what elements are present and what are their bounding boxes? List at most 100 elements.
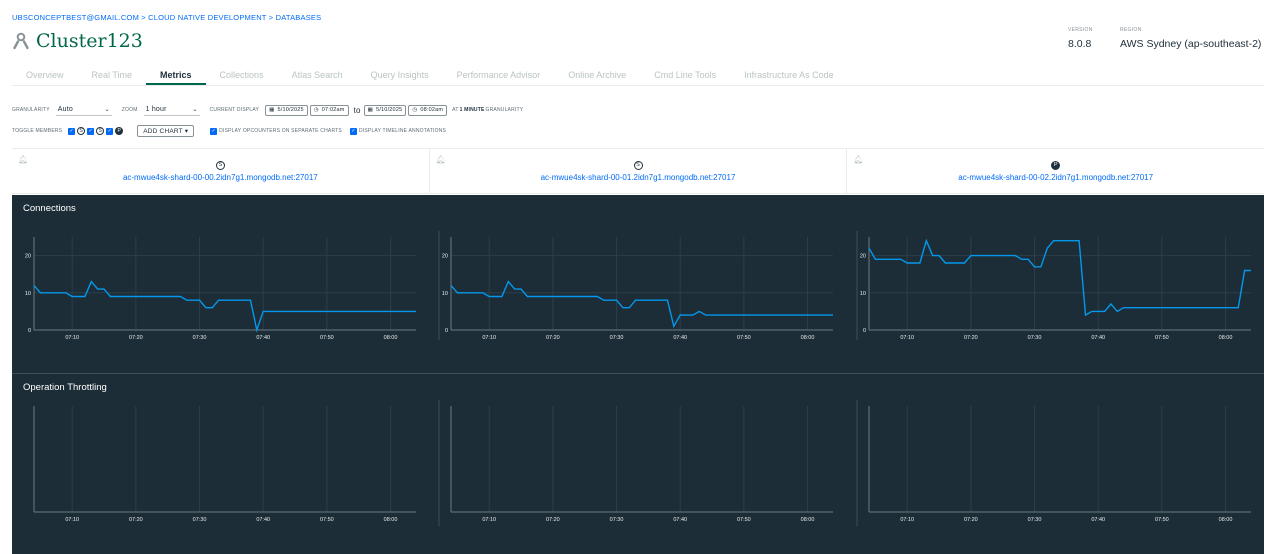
to-label: to — [353, 105, 361, 115]
y-tick-label: 10 — [442, 291, 448, 297]
toggle-members-label: TOGGLE MEMBERS — [12, 128, 63, 134]
end-date-value: 5/10/2025 — [376, 107, 403, 113]
x-tick-label: 07:30 — [193, 335, 207, 340]
connections-series-line — [450, 280, 833, 329]
version-value: 8.0.8 — [1068, 38, 1092, 50]
tab-atlas-search[interactable]: Atlas Search — [278, 68, 357, 85]
x-tick-label: 07:40 — [673, 335, 687, 340]
x-tick-label: 07:40 — [256, 335, 270, 340]
tab-performance-advisor[interactable]: Performance Advisor — [443, 68, 555, 85]
x-tick-label: 07:30 — [610, 335, 624, 340]
tab-infrastructure-as-code[interactable]: Infrastructure As Code — [730, 68, 848, 85]
x-tick-label: 07:20 — [964, 335, 978, 340]
current-display-label: CURRENT DISPLAY — [209, 107, 260, 113]
x-tick-label: 07:50 — [737, 517, 751, 523]
start-time-input[interactable]: ◷ 07:02am — [309, 104, 349, 116]
member-badge: P — [115, 127, 124, 135]
x-tick-label: 07:10 — [900, 335, 914, 340]
x-tick-label: 07:20 — [546, 335, 560, 340]
x-tick-label: 07:40 — [1091, 335, 1105, 340]
host-column: 🔔︎ P ac-mwue4sk-shard-00-02.2idn7g1.mong… — [846, 149, 1264, 193]
host-link[interactable]: ac-mwue4sk-shard-00-01.2idn7g1.mongodb.n… — [430, 173, 847, 182]
x-tick-label: 07:40 — [673, 517, 687, 523]
clock-icon: ◷ — [313, 107, 319, 113]
granularity-note-value: 1 MINUTE — [459, 107, 485, 113]
x-tick-label: 07:20 — [129, 517, 143, 523]
member-badge: S — [77, 127, 86, 135]
bell-icon[interactable]: 🔔︎ — [853, 155, 863, 164]
x-tick-label: 07:20 — [129, 335, 143, 340]
region-label: REGION — [1120, 27, 1142, 33]
x-tick-label: 08:00 — [1219, 517, 1233, 523]
timeline-annotations-checkbox[interactable]: ✓ — [349, 127, 357, 135]
y-tick-label: 20 — [25, 254, 31, 260]
connections-series-line — [33, 280, 416, 333]
start-time-value: 07:02am — [321, 107, 345, 113]
member-checkbox[interactable]: ✓ — [106, 127, 114, 135]
y-tick-label: 20 — [860, 254, 866, 260]
breadcrumb[interactable]: UBSCONCEPTBEST@GMAIL.COM > CLOUD NATIVE … — [12, 13, 321, 22]
primary-role-badge: P — [1051, 161, 1061, 170]
throttling-chart[interactable]: 07:10 07:20 07:30 07:40 07:50 08:00 07:10 07:20… — [12, 400, 1264, 526]
charts-area: Connections 0 10 20 07:10 07:20 07:30 07:40 07:… — [12, 195, 1264, 554]
separate-opcounters-checkbox[interactable]: ✓ — [210, 127, 218, 135]
x-tick-label: 07:10 — [65, 335, 79, 340]
member-checkbox[interactable]: ✓ — [87, 127, 95, 135]
tab-cmd-line-tools[interactable]: Cmd Line Tools — [640, 68, 730, 85]
member-badge: S — [96, 127, 105, 135]
x-tick-label: 07:20 — [964, 517, 978, 523]
start-date-input[interactable]: ▦ 5/10/2025 — [265, 104, 308, 116]
timeline-annotations-label: DISPLAY TIMELINE ANNOTATIONS — [358, 128, 447, 134]
tab-overview[interactable]: Overview — [12, 68, 78, 85]
x-tick-label: 07:10 — [900, 517, 914, 523]
y-tick-label: 0 — [28, 328, 31, 334]
zoom-label: ZOOM — [121, 107, 138, 113]
x-tick-label: 07:50 — [1155, 517, 1169, 523]
x-tick-label: 07:30 — [610, 517, 624, 523]
clock-icon: ◷ — [412, 107, 418, 113]
granularity-select[interactable]: Auto ⌄ — [55, 105, 112, 116]
x-tick-label: 08:00 — [801, 335, 815, 340]
end-time-input[interactable]: ◷ 08:02am — [408, 104, 448, 116]
y-tick-label: 20 — [442, 254, 448, 260]
zoom-select[interactable]: 1 hour ⌄ — [143, 105, 200, 116]
secondary-role-badge: S — [633, 161, 643, 170]
tab-online-archive[interactable]: Online Archive — [554, 68, 640, 85]
host-link[interactable]: ac-mwue4sk-shard-00-00.2idn7g1.mongodb.n… — [12, 173, 429, 182]
host-column: 🔔︎ S ac-mwue4sk-shard-00-01.2idn7g1.mong… — [428, 149, 847, 193]
tab-real-time[interactable]: Real Time — [78, 68, 147, 85]
member-checkbox[interactable]: ✓ — [68, 127, 76, 135]
x-tick-label: 07:50 — [320, 335, 334, 340]
x-tick-label: 07:10 — [482, 517, 496, 523]
tab-metrics[interactable]: Metrics — [146, 68, 206, 85]
x-tick-label: 08:00 — [384, 517, 398, 523]
tab-query-insights[interactable]: Query Insights — [357, 68, 443, 85]
x-tick-label: 08:00 — [1219, 335, 1233, 340]
y-tick-label: 0 — [445, 328, 448, 334]
x-tick-label: 07:20 — [546, 517, 560, 523]
x-tick-label: 07:50 — [320, 517, 334, 523]
connections-chart[interactable]: 0 10 20 07:10 07:20 07:30 07:40 07:50 08:00 0 10 20… — [12, 220, 1264, 340]
section-divider — [12, 373, 1264, 374]
x-tick-label: 07:10 — [65, 517, 79, 523]
chevron-down-icon: ⌄ — [192, 107, 198, 113]
bell-icon[interactable]: 🔔︎ — [18, 155, 28, 164]
tab-bar: Overview Real Time Metrics Collections A… — [12, 68, 1264, 86]
chevron-down-icon: ⌄ — [104, 107, 110, 113]
host-link[interactable]: ac-mwue4sk-shard-00-02.2idn7g1.mongodb.n… — [847, 173, 1264, 182]
x-tick-label: 07:30 — [193, 517, 207, 523]
calendar-icon: ▦ — [367, 107, 374, 113]
granularity-label: GRANULARITY — [12, 107, 50, 113]
granularity-note-suffix: GRANULARITY — [485, 107, 524, 113]
x-tick-label: 07:50 — [1155, 335, 1169, 340]
end-time-value: 08:02am — [420, 107, 444, 113]
start-date-value: 5/10/2025 — [277, 107, 304, 113]
end-date-input[interactable]: ▦ 5/10/2025 — [363, 104, 407, 116]
x-tick-label: 07:50 — [737, 335, 751, 340]
x-tick-label: 07:30 — [1028, 335, 1042, 340]
bell-icon[interactable]: 🔔︎ — [436, 155, 446, 164]
tab-collections[interactable]: Collections — [206, 68, 278, 85]
separate-opcounters-label: DISPLAY OPCOUNTERS ON SEPARATE CHARTS — [219, 128, 342, 134]
add-chart-button[interactable]: ADD CHART ▾ — [137, 125, 195, 137]
page-title: Cluster123 — [36, 30, 143, 52]
